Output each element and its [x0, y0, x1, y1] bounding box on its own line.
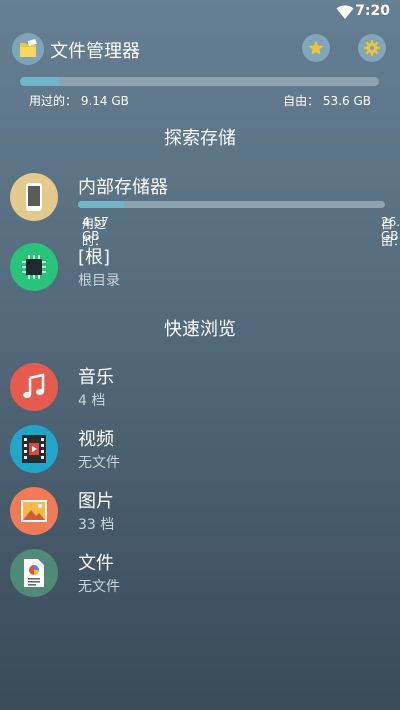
status-bar: 7:20 — [0, 0, 400, 24]
music-title: 音乐 — [78, 367, 114, 388]
document-icon — [10, 549, 58, 597]
internal-storage-item[interactable]: 内部存储器 用过的： 4.57 GB 自由： 26.8 GB — [0, 173, 400, 248]
image-icon — [10, 487, 58, 535]
app-header: 文件管理器 — [0, 30, 400, 66]
internal-storage-stats: 用过的： 4.57 GB 自由： 26.8 GB — [82, 215, 400, 248]
gear-icon — [364, 40, 380, 56]
documents-title: 文件 — [78, 553, 114, 574]
star-icon — [308, 40, 324, 55]
folder-logo-icon — [12, 33, 44, 65]
root-directory-item[interactable]: [根] 根目录 — [0, 243, 400, 299]
phone-icon — [10, 173, 58, 221]
pictures-title: 图片 — [78, 491, 114, 512]
pictures-item[interactable]: 图片 33 档 — [0, 487, 400, 543]
overall-free-text: 自由： 53.6 GB — [283, 94, 371, 108]
overall-used-text: 用过的： 9.14 GB — [29, 94, 129, 108]
pictures-subtitle: 33 档 — [78, 517, 115, 533]
app-title: 文件管理器 — [50, 41, 140, 62]
overall-usage-fill — [20, 77, 60, 86]
overall-usage-stats: 用过的： 9.14 GB 自由： 53.6 GB — [29, 92, 371, 108]
documents-subtitle: 无文件 — [78, 579, 120, 595]
music-subtitle: 4 档 — [78, 393, 106, 409]
internal-storage-title: 内部存储器 — [78, 177, 168, 198]
music-icon — [10, 363, 58, 411]
documents-item[interactable]: 文件 无文件 — [0, 549, 400, 605]
root-title: [根] — [78, 247, 111, 268]
film-icon — [10, 425, 58, 473]
music-item[interactable]: 音乐 4 档 — [0, 363, 400, 419]
overall-usage-bar — [20, 77, 379, 86]
video-subtitle: 无文件 — [78, 455, 120, 471]
internal-storage-bar — [78, 201, 385, 208]
status-time: 7:20 — [355, 3, 390, 19]
settings-button[interactable] — [358, 34, 386, 62]
video-item[interactable]: 视频 无文件 — [0, 425, 400, 481]
favorites-button[interactable] — [302, 34, 330, 62]
video-title: 视频 — [78, 429, 114, 450]
quick-browse-title: 快速浏览 — [164, 319, 236, 340]
explore-section-title: 探索存储 — [164, 128, 236, 149]
root-subtitle: 根目录 — [78, 273, 120, 289]
internal-storage-fill — [78, 201, 125, 208]
chip-icon — [10, 243, 58, 291]
wifi-icon — [336, 5, 354, 19]
